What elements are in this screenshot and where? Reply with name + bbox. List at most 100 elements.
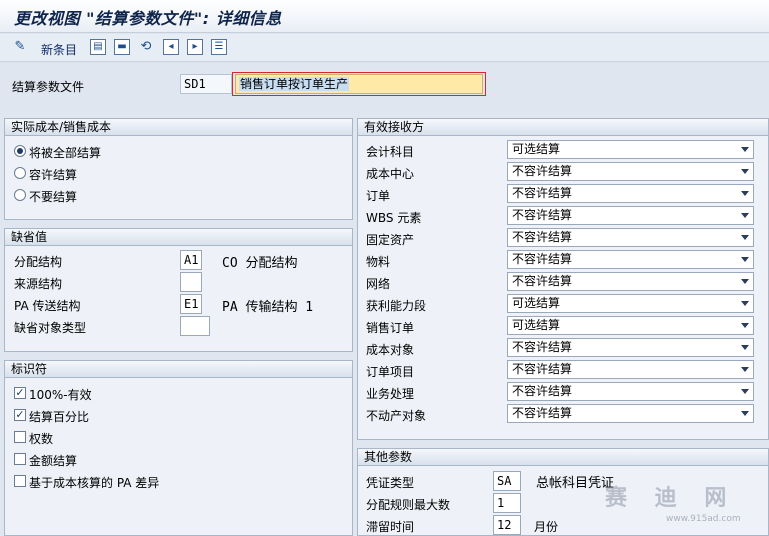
dropdown-arrow-icon[interactable] xyxy=(741,235,749,240)
receiver-label: 不动产对象 xyxy=(366,409,427,423)
title-bar: 更改视图 "结算参数文件": 详细信息 xyxy=(0,0,769,33)
next-entry-icon[interactable]: ▸ xyxy=(187,39,203,55)
checkbox-equivalence-numbers[interactable] xyxy=(14,431,26,443)
allocation-structure-description: CO 分配结构 xyxy=(222,256,298,271)
copy-icon[interactable]: ▤ xyxy=(90,39,106,55)
pa-transfer-structure-label: PA 传送结构 xyxy=(14,299,81,313)
profile-code-field[interactable]: SD1 xyxy=(180,74,232,94)
receiver-dropdown[interactable]: 不容许结算 xyxy=(507,382,754,401)
radio-settle-allowed[interactable] xyxy=(14,167,26,179)
source-structure-label: 来源结构 xyxy=(14,277,63,291)
watermark-text: 赛 迪 网 xyxy=(605,486,737,511)
checkbox-amount-settlement[interactable] xyxy=(14,453,26,465)
display-change-icon[interactable]: ✎ xyxy=(12,39,28,55)
retention-period-unit: 月份 xyxy=(534,520,559,534)
receiver-label: 订单项目 xyxy=(366,365,415,379)
defaults-title: 缺省值 xyxy=(5,229,352,246)
receiver-dropdown[interactable]: 不容许结算 xyxy=(507,360,754,379)
receiver-dropdown[interactable]: 不容许结算 xyxy=(507,184,754,203)
receiver-label: 物料 xyxy=(366,255,391,269)
receiver-dropdown-value: 可选结算 xyxy=(512,318,561,332)
receiver-label: 销售订单 xyxy=(366,321,415,335)
receiver-dropdown-value: 不容许结算 xyxy=(512,186,573,200)
receiver-dropdown[interactable]: 不容许结算 xyxy=(507,162,754,181)
document-type-field[interactable]: SA xyxy=(493,471,521,491)
watermark-url: www.915ad.com xyxy=(666,514,741,524)
pa-transfer-structure-description: PA 传输结构 1 xyxy=(222,300,314,315)
retention-period-field[interactable]: 12 xyxy=(493,515,521,535)
delete-icon[interactable]: ▬ xyxy=(114,39,130,55)
max-distribution-rules-field[interactable]: 1 xyxy=(493,493,521,513)
profile-label: 结算参数文件 xyxy=(12,80,85,94)
application-toolbar: ✎ 新条目 ▤ ▬ ⟲ ◂ ▸ ☰ xyxy=(0,34,769,62)
receiver-dropdown-value: 不容许结算 xyxy=(512,362,573,376)
previous-entry-icon[interactable]: ◂ xyxy=(163,39,179,55)
source-structure-field[interactable] xyxy=(180,272,202,292)
undo-change-icon[interactable]: ⟲ xyxy=(138,39,154,55)
dropdown-arrow-icon[interactable] xyxy=(741,411,749,416)
default-object-type-label: 缺省对象类型 xyxy=(14,321,87,335)
checkbox-equivalence-numbers-label: 权数 xyxy=(29,432,54,446)
default-object-type-field[interactable] xyxy=(180,316,210,336)
dropdown-arrow-icon[interactable] xyxy=(741,257,749,262)
receiver-label: WBS 元素 xyxy=(366,211,422,225)
allocation-structure-field[interactable]: A1 xyxy=(180,250,202,270)
dropdown-arrow-icon[interactable] xyxy=(741,345,749,350)
radio-no-settle-label: 不要结算 xyxy=(29,190,78,204)
valid-receivers-title: 有效接收方 xyxy=(358,119,768,136)
dropdown-arrow-icon[interactable] xyxy=(741,279,749,284)
dropdown-arrow-icon[interactable] xyxy=(741,213,749,218)
receiver-dropdown[interactable]: 不容许结算 xyxy=(507,228,754,247)
pa-transfer-structure-field[interactable]: E1 xyxy=(180,294,202,314)
receiver-dropdown[interactable]: 可选结算 xyxy=(507,316,754,335)
select-all-icon[interactable]: ☰ xyxy=(211,39,227,55)
dropdown-arrow-icon[interactable] xyxy=(741,169,749,174)
radio-settle-fully-label: 将被全部结算 xyxy=(29,146,102,160)
receiver-dropdown-value: 可选结算 xyxy=(512,142,561,156)
indicators-title: 标识符 xyxy=(5,361,352,378)
profile-description-text: 销售订单按订单生产 xyxy=(239,77,350,91)
profile-description-field[interactable]: 销售订单按订单生产 xyxy=(235,74,483,94)
receiver-dropdown[interactable]: 可选结算 xyxy=(507,140,754,159)
checkbox-percentage-settlement[interactable]: ✓ xyxy=(14,409,26,421)
receiver-label: 网络 xyxy=(366,277,391,291)
radio-no-settle[interactable] xyxy=(14,189,26,201)
radio-settle-allowed-label: 容许结算 xyxy=(29,168,78,182)
receiver-label: 成本中心 xyxy=(366,167,415,181)
receiver-dropdown-value: 不容许结算 xyxy=(512,274,573,288)
receiver-label: 成本对象 xyxy=(366,343,415,357)
dropdown-arrow-icon[interactable] xyxy=(741,389,749,394)
dropdown-arrow-icon[interactable] xyxy=(741,147,749,152)
receiver-label: 会计科目 xyxy=(366,145,415,159)
max-distribution-rules-label: 分配规则最大数 xyxy=(366,498,451,512)
new-entries-button[interactable]: 新条目 xyxy=(41,41,77,58)
receiver-label: 业务处理 xyxy=(366,387,415,401)
other-parameters-title: 其他参数 xyxy=(358,449,768,466)
checkbox-pa-variance-label: 基于成本核算的 PA 差异 xyxy=(29,476,160,490)
receiver-dropdown[interactable]: 不容许结算 xyxy=(507,250,754,269)
radio-settle-fully[interactable] xyxy=(14,145,26,157)
receiver-dropdown[interactable]: 不容许结算 xyxy=(507,404,754,423)
receiver-dropdown-value: 可选结算 xyxy=(512,296,561,310)
receiver-dropdown[interactable]: 可选结算 xyxy=(507,294,754,313)
receiver-dropdown-value: 不容许结算 xyxy=(512,230,573,244)
checkbox-100-valid[interactable]: ✓ xyxy=(14,387,26,399)
dropdown-arrow-icon[interactable] xyxy=(741,323,749,328)
dropdown-arrow-icon[interactable] xyxy=(741,191,749,196)
receiver-dropdown-value: 不容许结算 xyxy=(512,384,573,398)
receiver-dropdown-value: 不容许结算 xyxy=(512,340,573,354)
checkbox-amount-settlement-label: 金额结算 xyxy=(29,454,78,468)
checkbox-100-valid-label: 100%-有效 xyxy=(29,388,92,402)
document-type-label: 凭证类型 xyxy=(366,476,415,490)
receiver-dropdown-value: 不容许结算 xyxy=(512,406,573,420)
allocation-structure-label: 分配结构 xyxy=(14,255,63,269)
receiver-dropdown[interactable]: 不容许结算 xyxy=(507,272,754,291)
checkbox-pa-variance[interactable] xyxy=(14,475,26,487)
receiver-dropdown[interactable]: 不容许结算 xyxy=(507,338,754,357)
actual-costs-title: 实际成本/销售成本 xyxy=(5,119,352,136)
dropdown-arrow-icon[interactable] xyxy=(741,367,749,372)
window-title: 更改视图 "结算参数文件": 详细信息 xyxy=(14,9,282,28)
dropdown-arrow-icon[interactable] xyxy=(741,301,749,306)
receiver-dropdown[interactable]: 不容许结算 xyxy=(507,206,754,225)
receiver-dropdown-value: 不容许结算 xyxy=(512,164,573,178)
